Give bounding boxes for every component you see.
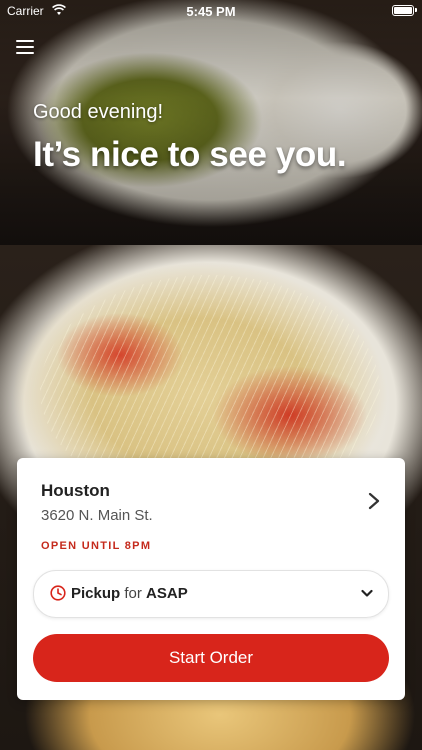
start-order-button[interactable]: Start Order xyxy=(33,634,389,682)
greeting-text: Good evening! xyxy=(33,101,164,123)
location-card: Houston 3620 N. Main St. OPEN UNTIL 8PM … xyxy=(17,458,405,700)
clock-icon xyxy=(50,585,66,601)
status-bar: Carrier 5:45 PM xyxy=(0,0,422,22)
chevron-right-icon[interactable] xyxy=(367,492,381,510)
pickup-mode: Pickup xyxy=(71,585,121,602)
chevron-down-icon xyxy=(361,589,373,597)
pickup-time: ASAP xyxy=(146,585,188,602)
location-name: Houston xyxy=(41,481,110,500)
location-address: 3620 N. Main St. xyxy=(41,507,153,524)
battery-icon xyxy=(392,5,417,16)
pickup-time-selector[interactable]: Pickup for ASAP xyxy=(33,570,389,618)
pickup-summary: Pickup for ASAP xyxy=(71,585,188,602)
status-time: 5:45 PM xyxy=(186,4,236,19)
welcome-headline: It’s nice to see you. xyxy=(33,135,347,174)
pickup-connector: for xyxy=(124,585,142,602)
open-hours-badge: OPEN UNTIL 8PM xyxy=(41,540,152,552)
hamburger-icon[interactable] xyxy=(16,40,34,54)
